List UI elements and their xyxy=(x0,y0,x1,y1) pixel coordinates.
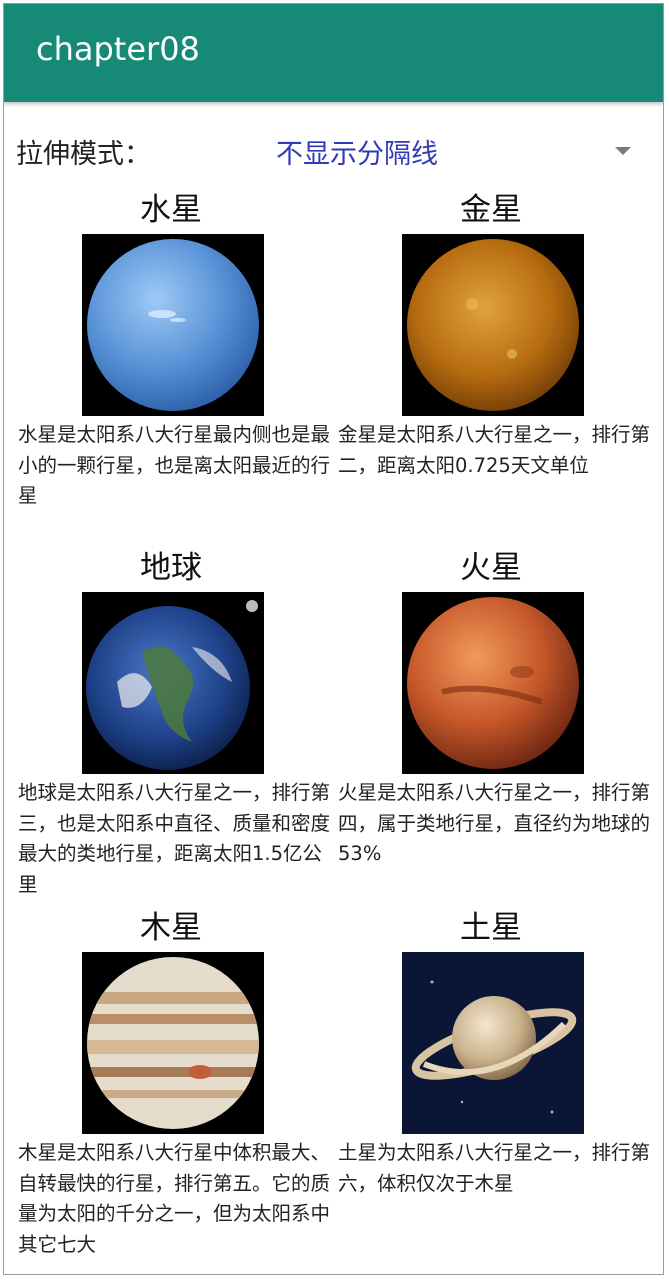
planet-name: 木星 xyxy=(140,910,202,946)
planet-description: 水星是太阳系八大行星最内侧也是最小的一颗行星，也是离太阳最近的行星 xyxy=(18,423,331,507)
planet-name: 地球 xyxy=(140,550,202,586)
planet-grid[interactable]: 水星 水星是太阳系八大行星最内侧也是最小的一颗行星，也是离太阳最近的行星 金星 … xyxy=(12,184,657,1274)
planet-grid-item[interactable]: 木星 木星是太阳系八大行星中体积最大、自转最快的行星，排行第五。它的质量为太阳的… xyxy=(12,902,330,1274)
planet-description: 木星是太阳系八大行星中体积最大、自转最快的行星，排行第五。它的质量为太阳的千分之… xyxy=(18,1141,331,1256)
stretch-mode-label: 拉伸模式： xyxy=(16,139,151,170)
planet-description: 土星为太阳系八大行星之一，排行第六，体积仅次于木星 xyxy=(338,1141,651,1195)
planet-grid-item[interactable]: 金星 金星是太阳系八大行星之一，排行第二，距离太阳0.725天文单位 xyxy=(332,184,650,544)
planet-name: 金星 xyxy=(460,192,522,228)
planet-grid-item[interactable]: 火星 火星是太阳系八大行星之一，排行第四，属于类地行星，直径约为地球的53% xyxy=(332,542,650,902)
app-title: chapter08 xyxy=(36,30,200,68)
planet-grid-item[interactable]: 土星 土星为太阳系八大行星之一，排行第六，体积仅次于木星 xyxy=(332,902,650,1274)
dropdown-arrow-icon xyxy=(615,147,631,155)
planet-description: 金星是太阳系八大行星之一，排行第二，距离太阳0.725天文单位 xyxy=(338,423,651,477)
stretch-mode-spinner[interactable]: 不显示分隔线 xyxy=(264,122,649,178)
stretch-mode-row: 拉伸模式： 不显示分隔线 xyxy=(4,102,663,186)
app-bar: chapter08 xyxy=(4,4,663,102)
planet-description: 火星是太阳系八大行星之一，排行第四，属于类地行星，直径约为地球的53% xyxy=(338,781,651,865)
mars-image xyxy=(402,592,584,774)
planet-name: 土星 xyxy=(460,910,522,946)
venus-image xyxy=(402,234,584,416)
planet-name: 火星 xyxy=(460,550,522,586)
saturn-image xyxy=(402,952,584,1134)
jupiter-image xyxy=(82,952,264,1134)
planet-grid-item[interactable]: 水星 水星是太阳系八大行星最内侧也是最小的一颗行星，也是离太阳最近的行星 xyxy=(12,184,330,544)
planet-grid-item[interactable]: 地球 地球是太阳系八大行星之一，排行第三，也是太阳系中直径、质量和密度最大的类地… xyxy=(12,542,330,902)
stretch-mode-selected-value: 不显示分隔线 xyxy=(276,139,438,170)
planet-name: 水星 xyxy=(140,192,202,228)
earth-image xyxy=(82,592,264,774)
planet-description: 地球是太阳系八大行星之一，排行第三，也是太阳系中直径、质量和密度最大的类地行星，… xyxy=(18,781,331,896)
app-window: chapter08 拉伸模式： 不显示分隔线 水星 水星是太阳系八大行星最内侧也… xyxy=(3,3,664,1275)
mercury-image xyxy=(82,234,264,416)
